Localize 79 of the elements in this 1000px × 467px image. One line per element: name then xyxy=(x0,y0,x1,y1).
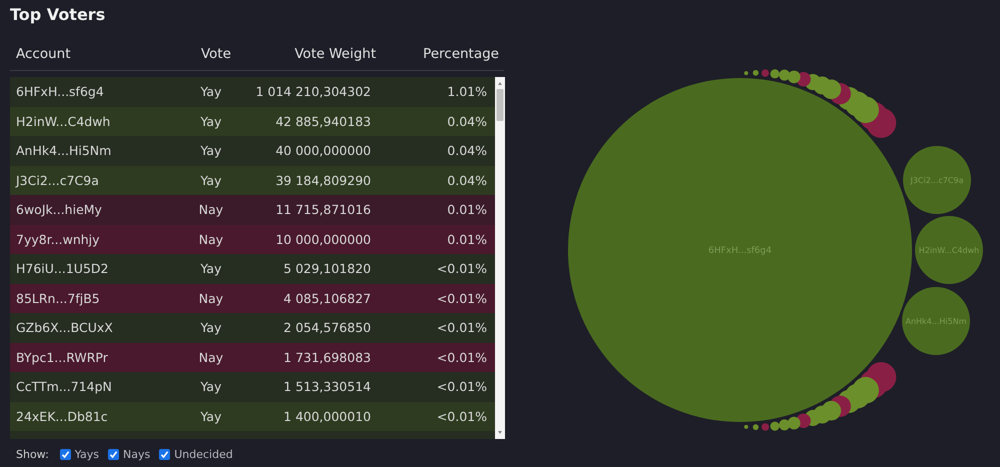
table-cell-text: 0.01% xyxy=(446,202,487,218)
table-cell-text: 42 885,940183 xyxy=(274,114,371,129)
table-cell-text: 0.01% xyxy=(446,232,487,247)
table-cell-text: 5 029,101820 xyxy=(282,261,371,276)
table-cell-text: 24xEK...Db81c xyxy=(16,408,109,424)
checkbox-label[interactable]: Nays xyxy=(122,448,150,461)
column-header[interactable]: Percentage xyxy=(376,46,499,62)
table-cell-text: 1 513,330514 xyxy=(282,379,371,394)
table-cell-text: H2inW...C4dwh xyxy=(16,114,112,129)
table-cell-text: 10 000,000000 xyxy=(274,232,371,247)
table-cell-text: 1.01% xyxy=(446,84,487,100)
table-cell-text: GZb6X...BCUxX xyxy=(16,320,114,336)
table-row[interactable]: AnHk4...Hi5Nm Yay 40 000,000000 0.04% xyxy=(10,136,495,166)
table-cell-text: CcTTm...714pN xyxy=(16,379,113,394)
table-cell-text: Nay xyxy=(198,350,224,365)
column-header[interactable]: Account xyxy=(16,46,186,62)
table-cell-text: <0.01% xyxy=(436,290,487,306)
table-cell-text: 0.04% xyxy=(446,143,487,158)
table-cell-text: <0.01% xyxy=(436,350,487,365)
table-cell-text: Yay xyxy=(200,408,222,424)
table-cell-text: 6HFxH...sf6g4 xyxy=(16,84,105,100)
table-row[interactable]: H2inW...C4dwh Yay 42 885,940183 0.04% xyxy=(10,106,495,136)
table-cell-text: 85LRn...7fjB5 xyxy=(16,290,101,306)
table-cell-text: <0.01% xyxy=(436,261,487,276)
table-cell-text: Yay xyxy=(200,261,222,276)
table-cell-text: 7yy8r...wnhjy xyxy=(16,232,101,247)
scrollbar[interactable] xyxy=(495,77,505,439)
table-cell-text: <0.01% xyxy=(436,408,487,424)
checkbox-label[interactable]: Yays xyxy=(74,448,99,461)
table-cell-text: Nay xyxy=(198,232,224,247)
checkbox[interactable] xyxy=(108,449,119,460)
table-row[interactable]: GZb6X...BCUxX Yay 2 054,576850 <0.01% xyxy=(10,313,495,342)
table-cell-text: 1 731,698083 xyxy=(282,350,371,365)
table-cell-text: 0.04% xyxy=(446,114,487,129)
table-cell-text: <0.01% xyxy=(436,320,487,336)
table-row[interactable]: 6woJk...hieMy Nay 11 715,871016 0.01% xyxy=(10,195,495,224)
column-header[interactable]: Vote Weight xyxy=(246,46,376,62)
table-cell-text: Yay xyxy=(200,172,222,188)
table-cell-text: Nay xyxy=(198,202,224,218)
table-cell-text: <0.01% xyxy=(436,379,487,394)
table-row[interactable]: 85LRn...7fjB5 Nay 4 085,106827 <0.01% xyxy=(10,284,495,313)
table-cell-text: Yay xyxy=(200,143,222,158)
table-cell-text: Yay xyxy=(200,320,222,336)
panel-title: Top Voters xyxy=(10,5,106,25)
table-cell-text: BYpc1...RWRPr xyxy=(16,350,109,365)
checkmark-icon xyxy=(108,450,118,459)
checkbox[interactable] xyxy=(60,449,71,460)
table-cell-text: 1 400,000010 xyxy=(282,408,371,424)
bubble[interactable] xyxy=(903,146,971,214)
table-cell-text: J3Ci2...c7C9a xyxy=(16,172,100,188)
table-row[interactable]: 6HFxH...sf6g4 Yay 1 014 210,304302 1.01% xyxy=(10,77,495,106)
table-cell-text: 1 014 210,304302 xyxy=(254,84,371,100)
table-row[interactable]: CcTTm...714pN Yay 1 513,330514 <0.01% xyxy=(10,372,495,402)
checkbox-label[interactable]: Undecided xyxy=(174,448,233,461)
table-row[interactable]: BYpc1...RWRPr Nay 1 731,698083 <0.01% xyxy=(10,342,495,372)
table-cell-text: 2 054,576850 xyxy=(282,320,371,336)
filter-label: Show: xyxy=(16,448,49,461)
checkmark-icon xyxy=(60,450,70,459)
table-cell-text: Yay xyxy=(200,114,222,129)
table-row[interactable]: 24xEK...Db81c Yay 1 400,000010 <0.01% xyxy=(10,402,495,431)
table-row[interactable]: J3Ci2...c7C9a Yay 39 184,809290 0.04% xyxy=(10,166,495,195)
table-cell-text: 40 000,000000 xyxy=(274,143,371,158)
table-cell-text: AnHk4...Hi5Nm xyxy=(16,143,112,158)
table-cell-text: 11 715,871016 xyxy=(274,202,371,218)
table-row[interactable]: 7yy8r...wnhjy Nay 10 000,000000 0.01% xyxy=(10,224,495,254)
table-cell-text: Yay xyxy=(200,379,222,394)
bubble[interactable] xyxy=(915,216,983,284)
checkmark-icon xyxy=(160,450,170,459)
table-cell-text: Nay xyxy=(198,290,224,306)
column-header[interactable]: Vote xyxy=(186,46,246,62)
table-cell-text: 0.04% xyxy=(446,172,487,188)
table-cell-text: H76iU...1U5D2 xyxy=(16,261,110,276)
table-row[interactable]: H76iU...1U5D2 Yay 5 029,101820 <0.01% xyxy=(10,254,495,284)
table-cell-text: 6woJk...hieMy xyxy=(16,202,103,218)
bubble[interactable] xyxy=(902,287,970,355)
table-cell-text: 4 085,106827 xyxy=(282,290,371,306)
table-cell-text: Yay xyxy=(200,84,222,100)
checkbox[interactable] xyxy=(159,449,170,460)
table-cell-text: 39 184,809290 xyxy=(274,172,371,188)
